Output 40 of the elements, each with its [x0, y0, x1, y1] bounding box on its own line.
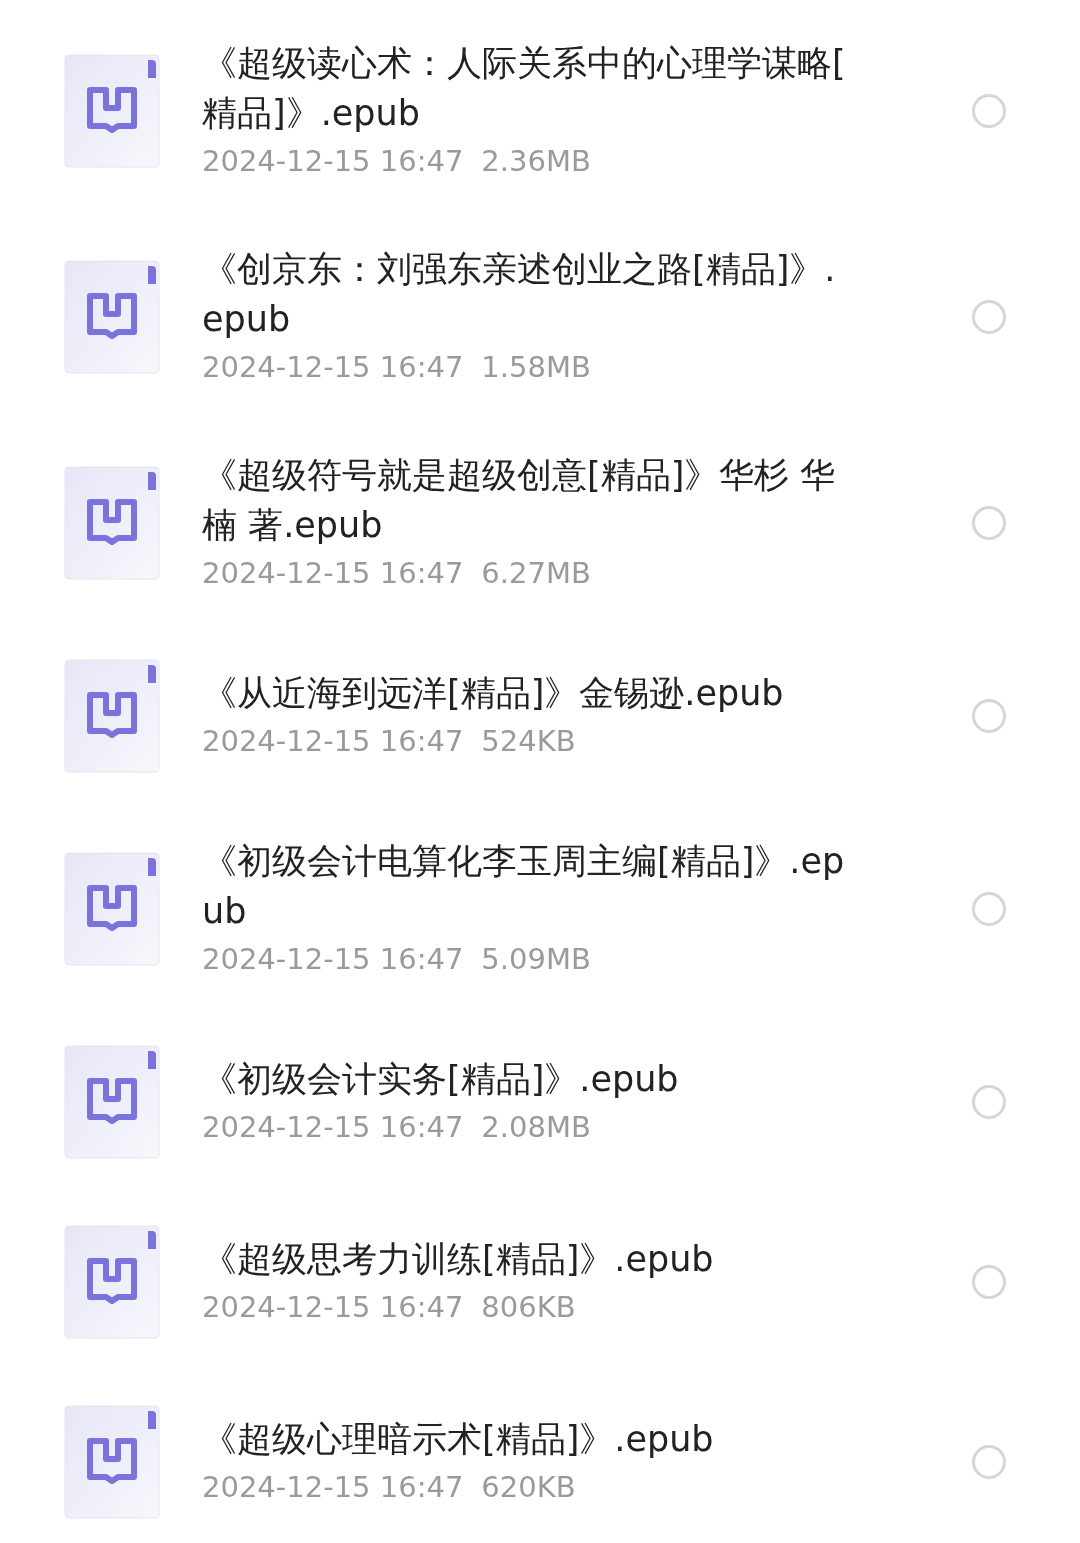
- file-date: 2024-12-15 16:47: [202, 143, 464, 180]
- select-radio[interactable]: [972, 506, 1006, 540]
- file-size: 5.09MB: [481, 941, 591, 978]
- file-name: 《初级会计电算化李玉周主编[精品]》.epub: [202, 840, 846, 933]
- file-name: 《超级读心术：人际关系中的心理学谋略[精品]》.epub: [202, 42, 847, 135]
- file-date: 2024-12-15 16:47: [202, 1469, 464, 1506]
- file-size: 2.36MB: [481, 143, 591, 180]
- file-size: 524KB: [481, 723, 576, 760]
- select-radio[interactable]: [972, 1265, 1006, 1299]
- file-name: 《创京东：刘强东亲述创业之路[精品]》.epub: [202, 248, 837, 341]
- select-radio[interactable]: [972, 300, 1006, 334]
- file-date: 2024-12-15 16:47: [202, 1109, 464, 1146]
- select-radio[interactable]: [972, 94, 1006, 128]
- file-date: 2024-12-15 16:47: [202, 941, 464, 978]
- ebook-file-icon: [64, 466, 160, 580]
- file-name: 《从近海到远洋[精品]》金锡逊.epub: [202, 672, 785, 715]
- file-date: 2024-12-15 16:47: [202, 555, 464, 592]
- select-radio[interactable]: [972, 1085, 1006, 1119]
- select-radio[interactable]: [972, 892, 1006, 926]
- file-name: 《超级符号就是超级创意[精品]》华杉 华楠 著.epub: [202, 454, 837, 547]
- file-date: 2024-12-15 16:47: [202, 1289, 464, 1326]
- ebook-file-icon: [64, 1225, 160, 1339]
- ebook-file-icon: [64, 54, 160, 168]
- ebook-file-icon: [64, 852, 160, 966]
- ebook-file-icon: [64, 1405, 160, 1519]
- file-name: 《超级思考力训练[精品]》.epub: [202, 1238, 715, 1281]
- file-size: 806KB: [481, 1289, 576, 1326]
- ebook-file-icon: [64, 1045, 160, 1159]
- file-name: 《超级心理暗示术[精品]》.epub: [202, 1418, 715, 1461]
- file-size: 2.08MB: [481, 1109, 591, 1146]
- ebook-file-icon: [64, 659, 160, 773]
- file-date: 2024-12-15 16:47: [202, 349, 464, 386]
- select-radio[interactable]: [972, 699, 1006, 733]
- file-name: 《初级会计实务[精品]》.epub: [202, 1058, 680, 1101]
- file-size: 1.58MB: [481, 349, 591, 386]
- file-size: 6.27MB: [481, 555, 591, 592]
- file-date: 2024-12-15 16:47: [202, 723, 464, 760]
- select-radio[interactable]: [972, 1445, 1006, 1479]
- ebook-file-icon: [64, 260, 160, 374]
- file-size: 620KB: [481, 1469, 576, 1506]
